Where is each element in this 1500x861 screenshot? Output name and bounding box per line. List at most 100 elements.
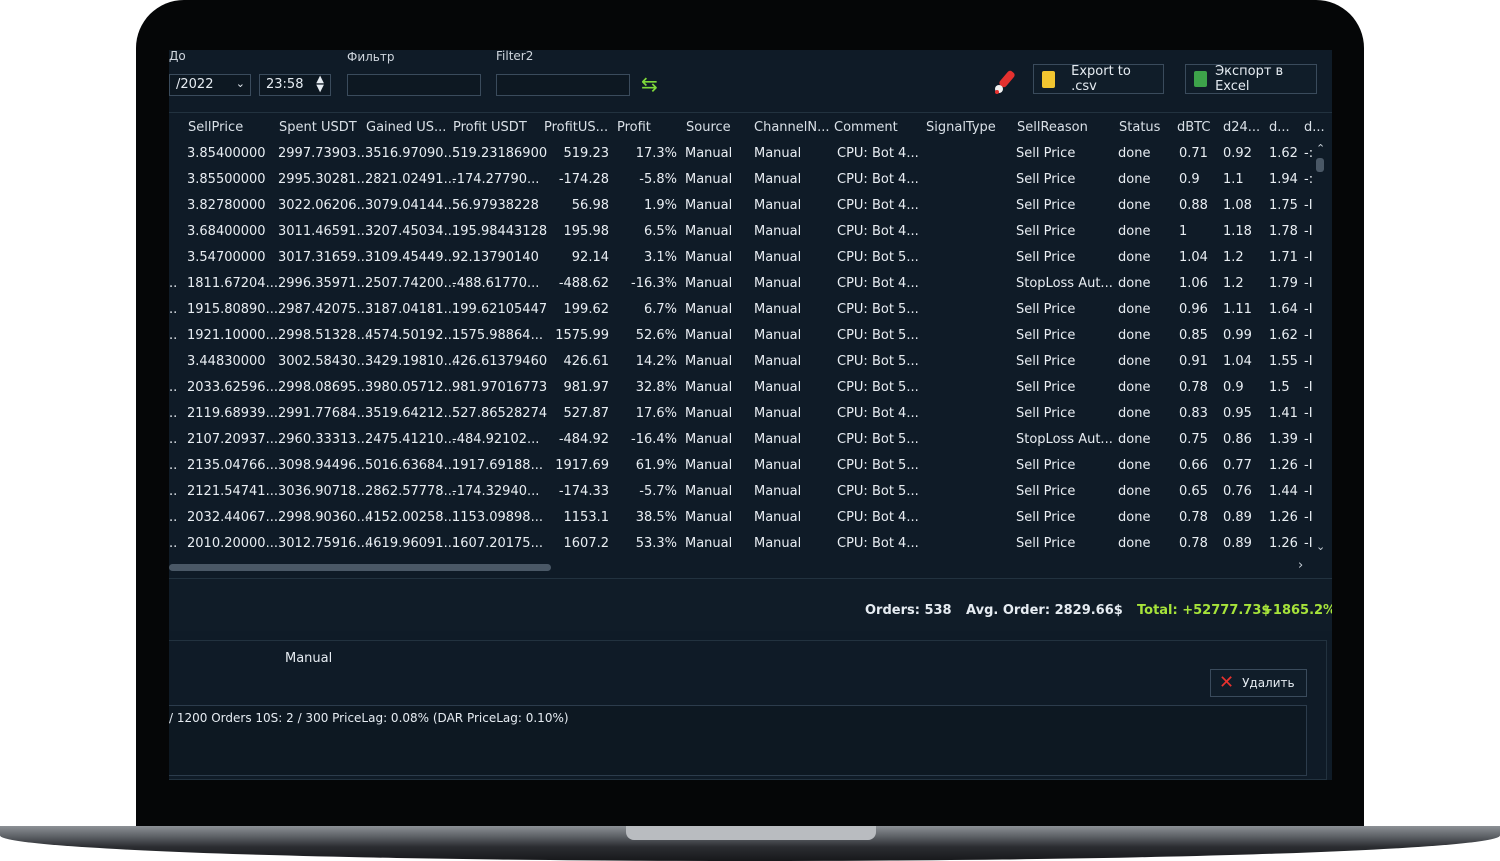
table-row[interactable]: .. 2107.20937... 2960.33313... 2475.41210..…	[169, 432, 1332, 458]
col-profit-us[interactable]: ProfitUS...	[544, 120, 608, 135]
cell-spent: 2998.90360...	[278, 510, 369, 525]
cell-profit-us: 195.98	[563, 224, 610, 239]
chevron-down-icon[interactable]: ⌄	[236, 77, 245, 90]
cell-profit-us: 1917.69	[555, 458, 609, 473]
table-row[interactable]: .. 2032.44067... 2998.90360... 4152.00258..…	[169, 510, 1332, 536]
cell-status: done	[1118, 224, 1151, 239]
cell-channel: Manual	[754, 432, 802, 447]
cell-gained: 3079.04144...	[365, 198, 456, 213]
cell-status: done	[1118, 276, 1151, 291]
table-row[interactable]: .. 1811.67204... 2996.35971... 2507.74200..…	[169, 276, 1332, 302]
cell-sell: 2010.20000...	[187, 536, 278, 551]
cell-d24: 0.86	[1223, 432, 1252, 447]
col-profit[interactable]: Profit	[617, 120, 651, 135]
table-row[interactable]: .. 2135.04766... 3098.94496... 5016.63684..…	[169, 458, 1332, 484]
cell-profit-usdt: 199.62105447	[452, 302, 548, 317]
col-comment[interactable]: Comment	[834, 120, 898, 135]
cell-reason: Sell Price	[1016, 536, 1076, 551]
cell-gained: 2862.57778...	[365, 484, 456, 499]
table-row[interactable]: .. 2119.68939... 2991.77684... 3519.64212..…	[169, 406, 1332, 432]
col-d1[interactable]: d...	[1269, 120, 1290, 135]
cell-comment: CPU: Bot 4...	[837, 146, 919, 161]
col-sellprice[interactable]: SellPrice	[188, 120, 243, 135]
cell-d2: -I	[1304, 250, 1313, 265]
cell-spent: 2991.77684...	[278, 406, 369, 421]
cell-gained: 3207.45034...	[365, 224, 456, 239]
table-row[interactable]: 3.68400000 3011.46591... 3207.45034... 195.…	[169, 224, 1332, 250]
cell-sell: 3.85500000	[187, 172, 266, 187]
cell-reason: StopLoss Aut...	[1016, 432, 1113, 447]
col-channel[interactable]: ChannelN...	[754, 120, 830, 135]
table-row[interactable]: 3.44830000 3002.58430... 3429.19810... 426.…	[169, 354, 1332, 380]
cell-profit-usdt: 1917.69188...	[452, 458, 543, 473]
cell-sell: 2107.20937...	[187, 432, 278, 447]
table-row[interactable]: 3.85500000 2995.30281... 2821.02491... -174…	[169, 172, 1332, 198]
col-source[interactable]: Source	[686, 120, 731, 135]
filter2-input[interactable]	[496, 74, 630, 96]
clear-brush-icon[interactable]	[991, 68, 1021, 100]
filter-input[interactable]	[347, 74, 481, 96]
cell-status: done	[1118, 510, 1151, 525]
col-d24[interactable]: d24...	[1223, 120, 1260, 135]
table-row[interactable]: .. 2121.54741... 3036.90718... 2862.57778..…	[169, 484, 1332, 510]
table-row[interactable]: 3.54700000 3017.31659... 3109.45449... 92.1…	[169, 250, 1332, 276]
cell-spent: 3036.90718...	[278, 484, 369, 499]
cell-reason: Sell Price	[1016, 354, 1076, 369]
col-profit-usdt[interactable]: Profit USDT	[453, 120, 527, 135]
table-row[interactable]: .. 2033.62596... 2998.08695... 3980.05712..…	[169, 380, 1332, 406]
cell-sell: 3.68400000	[187, 224, 266, 239]
cell-status: done	[1118, 302, 1151, 317]
cell-d24: 0.89	[1223, 536, 1252, 551]
cell-spent: 3012.75916...	[278, 536, 369, 551]
col-d2[interactable]: d...	[1304, 120, 1325, 135]
time-stepper[interactable]: 23:58 ▲ ▼	[259, 74, 331, 96]
col-signal-type[interactable]: SignalType	[926, 120, 996, 135]
horizontal-scrollbar-thumb[interactable]	[169, 564, 551, 571]
table-row[interactable]: .. 1921.10000... 2998.51328... 4574.50192..…	[169, 328, 1332, 354]
close-icon: ✕	[1219, 672, 1235, 693]
cell-comment: CPU: Bot 5...	[837, 484, 919, 499]
refresh-icon[interactable]: ⇆	[641, 72, 658, 96]
col-dbtc[interactable]: dBTC	[1177, 120, 1210, 135]
cell-reason: Sell Price	[1016, 328, 1076, 343]
cell-gained: 2475.41210...	[365, 432, 456, 447]
scroll-right-icon[interactable]: ›	[1298, 558, 1303, 573]
cell-comment: CPU: Bot 4...	[837, 276, 919, 291]
cell-profit: 61.9%	[635, 458, 677, 473]
col-status[interactable]: Status	[1119, 120, 1160, 135]
cell-d24: 0.99	[1223, 328, 1252, 343]
cell-d1: 1.39	[1269, 432, 1298, 447]
table-header: SellPrice Spent USDT Gained US... Profit…	[169, 120, 1332, 146]
cell-sell: 3.54700000	[187, 250, 266, 265]
export-excel-button[interactable]: Экспорт в Excel	[1185, 64, 1317, 94]
col-sell-reason[interactable]: SellReason	[1017, 120, 1088, 135]
up-down-icon[interactable]: ▲ ▼	[316, 75, 324, 94]
cell-spent: 3017.31659...	[278, 250, 369, 265]
export-csv-button[interactable]: Export to .csv	[1033, 64, 1164, 94]
cell-source: Manual	[685, 302, 733, 317]
cell-source: Manual	[685, 172, 733, 187]
cell-profit: 6.7%	[643, 302, 677, 317]
cell-d1: 1.79	[1269, 276, 1298, 291]
cell-status: done	[1118, 458, 1151, 473]
cell-channel: Manual	[754, 328, 802, 343]
date-picker[interactable]: /2022 ⌄	[169, 74, 251, 96]
scroll-down-icon[interactable]: ⌄	[1316, 540, 1325, 553]
cell-profit-usdt: -174.27790...	[452, 172, 540, 187]
cell-status: done	[1118, 198, 1151, 213]
col-gained-usdt[interactable]: Gained US...	[366, 120, 446, 135]
date-value: /2022	[176, 77, 214, 92]
scroll-up-icon[interactable]: ⌃	[1316, 142, 1325, 155]
vertical-scrollbar-thumb[interactable]	[1316, 158, 1324, 172]
table-row[interactable]: 3.85400000 2997.73903... 3516.97090... 519.…	[169, 146, 1332, 172]
cell-status: done	[1118, 172, 1151, 187]
col-spent-usdt[interactable]: Spent USDT	[279, 120, 357, 135]
cell-reason: Sell Price	[1016, 458, 1076, 473]
cell-d1: 1.55	[1269, 354, 1298, 369]
table-row[interactable]: .. 1915.80890... 2987.42075... 3187.04181..…	[169, 302, 1332, 328]
delete-button[interactable]: ✕ Удалить	[1210, 669, 1307, 697]
table-row[interactable]: 3.82780000 3022.06206... 3079.04144... 56.9…	[169, 198, 1332, 224]
cell-profit-us: 519.23	[563, 146, 610, 161]
cell-spent: 3002.58430...	[278, 354, 369, 369]
table-row[interactable]: .. 2010.20000... 3012.75916... 4619.96091..…	[169, 536, 1332, 562]
